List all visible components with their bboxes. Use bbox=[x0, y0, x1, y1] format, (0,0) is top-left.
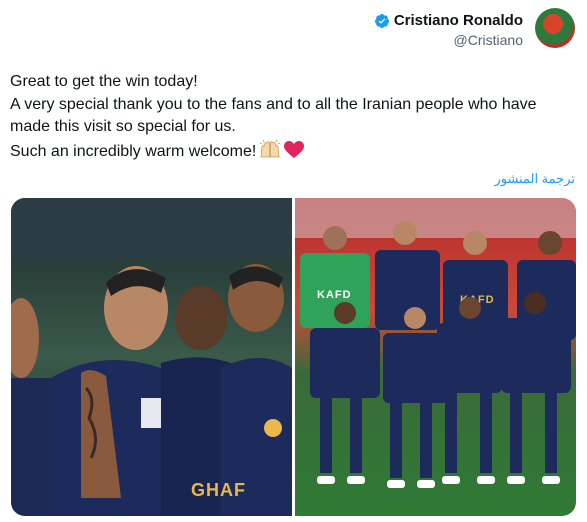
tweet-line: made this visit so special for us. bbox=[10, 118, 236, 135]
verified-badge-icon bbox=[374, 13, 390, 29]
author-handle[interactable]: @Cristiano bbox=[374, 32, 523, 48]
tweet-text: Great to get the win today! A very speci… bbox=[10, 71, 580, 166]
goalkeeper-sponsor-text: KAFD bbox=[317, 289, 352, 301]
tweet-header: Cristiano Ronaldo @Cristiano bbox=[374, 8, 575, 54]
author-info: Cristiano Ronaldo @Cristiano bbox=[374, 12, 523, 48]
translate-post-link[interactable]: ترجمة المنشور bbox=[494, 171, 575, 187]
team-photo[interactable]: KAFD KAFD bbox=[295, 198, 576, 516]
raising-hands-icon bbox=[259, 139, 281, 167]
tweet-line: Great to get the win today! bbox=[10, 73, 198, 90]
jersey-sponsor-text: GHAF bbox=[191, 480, 246, 500]
tweet-line: Such an incredibly warm welcome! bbox=[10, 142, 257, 160]
tweet-line-last: Such an incredibly warm welcome! bbox=[10, 139, 580, 167]
tweet-line: A very special thank you to the fans and… bbox=[10, 95, 537, 113]
media-grid: GHAF KAFD bbox=[11, 198, 576, 516]
author-name[interactable]: Cristiano Ronaldo bbox=[394, 12, 523, 29]
avatar[interactable] bbox=[535, 8, 575, 48]
red-heart-icon bbox=[284, 140, 305, 167]
celebration-photo[interactable]: GHAF bbox=[11, 198, 292, 516]
